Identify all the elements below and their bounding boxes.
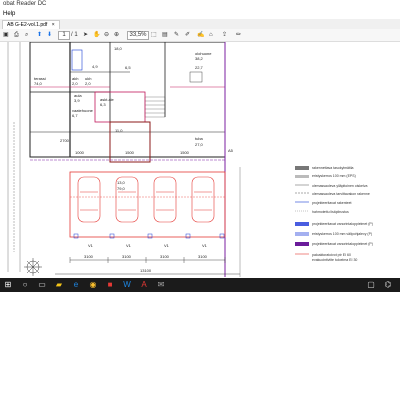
search-icon[interactable]: ○ <box>20 280 30 290</box>
highlight-icon[interactable]: ✐ <box>185 31 190 39</box>
legend-label: olemassaoleva ylläpitoinen oiskelva <box>312 184 368 188</box>
select-tool-icon[interactable]: ➤ <box>83 31 88 39</box>
app-icon[interactable]: ■ <box>105 280 115 290</box>
room-area: 22,7 <box>195 65 204 70</box>
legend-label: rakennettava tasokylmätila <box>312 166 353 170</box>
print-icon[interactable]: ⎙ <box>14 31 19 39</box>
room-area: 74,0 <box>34 81 43 86</box>
menu-help[interactable]: Help <box>3 9 15 19</box>
dimension-total: 13100 <box>140 268 152 273</box>
floor-plan-drawing: terassi 74,0 18,0 4,9 6,5 olohuone 38,2 … <box>7 42 373 277</box>
room-area: 6,3 <box>100 102 106 107</box>
hand-tool-icon[interactable]: ✋ <box>93 31 100 39</box>
page-down-icon[interactable]: ⬇ <box>47 31 52 39</box>
file-explorer-icon[interactable]: ▰ <box>54 280 64 290</box>
edge-icon[interactable]: e <box>71 280 81 290</box>
legend-label: hahmotettu lisäpiirustus <box>312 210 349 214</box>
window-title: obat Reader DC <box>3 1 47 7</box>
room-area: 2,0 <box>85 81 91 86</box>
legend-label: olemassaoleva tarvittavakon rakenne <box>312 192 370 196</box>
menu-bar: Help <box>0 9 400 19</box>
legend-label: projekteeritavat rakenteet <box>312 201 352 205</box>
dimension-value: 3100 <box>84 254 94 259</box>
legend-label: paloaktoratoivot ptr EI 60 <box>312 253 351 257</box>
dimension-label: 1000 <box>75 150 85 155</box>
room-area: 79,0 <box>117 186 126 191</box>
legend-label: eristyskerros 100 mm välipohjalevy (P) <box>312 232 372 236</box>
room-area: 11,0 <box>115 128 123 133</box>
page-up-icon[interactable]: ⬆ <box>37 31 42 39</box>
mail-icon[interactable]: ✉ <box>156 280 166 290</box>
empty-area <box>0 292 400 412</box>
comment-icon[interactable]: ✎ <box>174 31 179 39</box>
dimension-label: 1500 <box>180 150 190 155</box>
toolbar: ▣ ⎙ ⌕ ⬆ ⬇ 1 / 1 ➤ ✋ ⊖ ⊕ 33,5% ⬚ ▤ ✎ ✐ ✍ … <box>0 29 400 42</box>
taskbar: ⊞ ○ ▭ ▰ e ◉ ■ W A ✉ ▢ ⌬ <box>0 278 400 292</box>
dimension-value: 3100 <box>160 254 170 259</box>
dimension-value: 3100 <box>122 254 132 259</box>
stamp-icon[interactable]: ⌂ <box>209 31 213 39</box>
word-icon[interactable]: W <box>122 280 132 290</box>
chrome-icon[interactable]: ◉ <box>88 280 98 290</box>
room-name: tuba <box>195 136 204 141</box>
acrobat-icon[interactable]: A <box>139 280 149 290</box>
column-label: V1 <box>88 243 94 248</box>
page-number-input[interactable]: 1 <box>58 31 70 40</box>
room-area: 13,0 <box>117 180 126 185</box>
room-area: 27,0 <box>195 142 204 147</box>
column-label: V1 <box>202 243 208 248</box>
room-area: 6,5 <box>125 65 131 70</box>
room-area: 6,7 <box>72 113 78 118</box>
page-total: / 1 <box>71 32 78 38</box>
share-icon[interactable]: ⇪ <box>222 31 227 39</box>
legend-label: projekteeritavat vanorintaloppielmet (P) <box>312 242 373 246</box>
axis-label: A5 <box>228 148 234 153</box>
task-view-icon[interactable]: ▭ <box>37 280 47 290</box>
dimension-label: 2700 <box>60 138 70 143</box>
zoom-out-icon[interactable]: ⊖ <box>104 31 109 39</box>
notification-icon[interactable]: ▢ <box>366 280 376 290</box>
room-area: 2,0 <box>72 81 78 86</box>
sign-icon[interactable]: ✍ <box>197 31 204 39</box>
room-area: 3,9 <box>74 98 80 103</box>
legend <box>295 166 309 255</box>
pdf-page[interactable]: terassi 74,0 18,0 4,9 6,5 olohuone 38,2 … <box>0 42 400 292</box>
legend-label: evakuointiviite tuloelma EI 30 <box>312 258 357 262</box>
document-tab-label: AB G-E2-vol.1.pdf <box>7 22 48 28</box>
column-label: V1 <box>164 243 170 248</box>
close-icon[interactable]: × <box>52 22 55 28</box>
room-area: 18,0 <box>114 46 123 51</box>
zoom-level-field[interactable]: 33,5% <box>127 31 149 40</box>
scroll-mode-icon[interactable]: ▤ <box>162 31 168 39</box>
room-area: 38,2 <box>195 56 204 61</box>
room-area: 4,9 <box>92 64 98 69</box>
dimension-value: 3100 <box>198 254 208 259</box>
search-icon[interactable]: ⌕ <box>25 31 28 39</box>
fit-page-icon[interactable]: ⬚ <box>151 31 157 39</box>
zoom-in-icon[interactable]: ⊕ <box>114 31 119 39</box>
legend-label: eristyskerros 100 mm (EPS) <box>312 174 356 178</box>
windows-start-icon[interactable]: ⊞ <box>3 280 13 290</box>
legend-label: projekteeritavat vanorintaloppielmet (P) <box>312 222 373 226</box>
column-label: V1 <box>126 243 132 248</box>
save-icon[interactable]: ▣ <box>3 31 9 39</box>
draw-icon[interactable]: ✏ <box>236 31 241 39</box>
north-arrow-icon <box>24 258 42 276</box>
dimension-label: 1500 <box>125 150 135 155</box>
document-tab[interactable]: AB G-E2-vol.1.pdf × <box>2 20 60 29</box>
title-bar: obat Reader DC <box>0 0 400 9</box>
network-icon[interactable]: ⌬ <box>383 280 393 290</box>
